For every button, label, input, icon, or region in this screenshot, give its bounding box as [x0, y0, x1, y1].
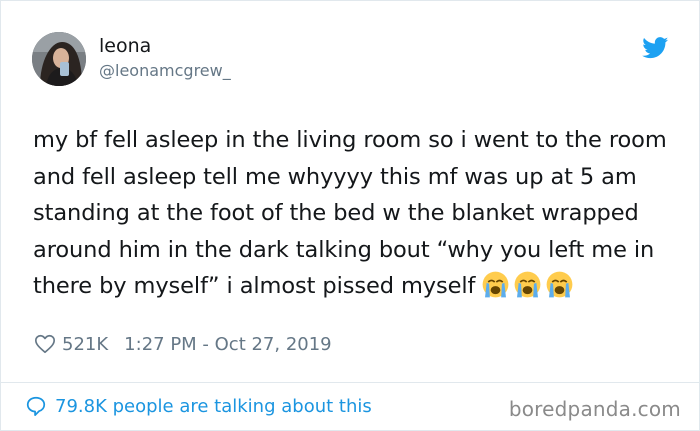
tweet-text: my bf fell asleep in the living room so … [33, 122, 683, 311]
talking-text[interactable]: 79.8K people are talking about this [55, 396, 372, 417]
avatar-photo [32, 32, 86, 86]
tweet-body: my bf fell asleep in the living room so … [33, 127, 674, 299]
twitter-bird-icon[interactable] [642, 37, 669, 59]
divider [1, 382, 699, 383]
timestamp[interactable]: 1:27 PM - Oct 27, 2019 [124, 334, 331, 355]
tweet-card: leona @leonamcgrew_ my bf fell asleep in… [0, 0, 700, 431]
user-handle[interactable]: @leonamcgrew_ [99, 61, 231, 81]
speech-bubble-icon [26, 396, 46, 417]
talking-link[interactable]: 79.8K people are talking about this [25, 395, 372, 417]
display-name[interactable]: leona [99, 35, 151, 57]
loudly-crying-face-icon [482, 271, 509, 298]
heart-icon[interactable] [34, 333, 56, 355]
like-count[interactable]: 521K [62, 334, 108, 355]
watermark: boredpanda.com [508, 397, 681, 421]
avatar[interactable] [32, 32, 86, 86]
emoji-group [481, 270, 577, 311]
tweet-meta: 521K 1:27 PM - Oct 27, 2019 [34, 332, 332, 356]
loudly-crying-face-icon [546, 271, 573, 298]
loudly-crying-face-icon [514, 271, 541, 298]
